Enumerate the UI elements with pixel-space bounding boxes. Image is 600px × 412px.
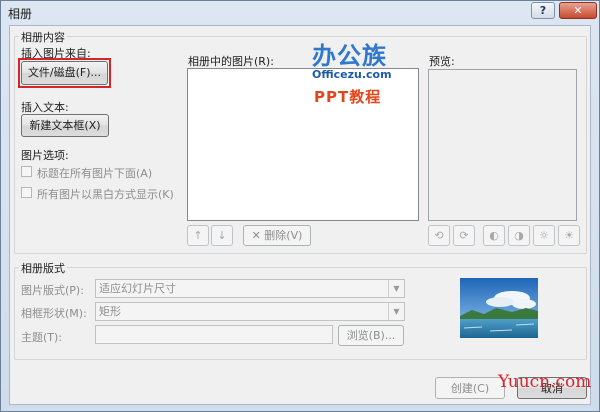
brightness-up-icon: ☼ <box>539 229 549 242</box>
frame-shape-label: 相框形状(M): <box>21 307 87 320</box>
captions-below-checkbox[interactable] <box>21 166 32 177</box>
watermark-ppt-text: PPT教程 <box>314 88 382 106</box>
picture-layout-value: 适应幻灯片尺寸 <box>99 282 176 295</box>
brightness-down-button[interactable]: ☀ <box>558 225 580 246</box>
watermark-url-text: Officezu.com <box>312 68 392 81</box>
pictures-in-album-label: 相册中的图片(R): <box>188 55 274 68</box>
black-white-label: 所有图片以黑白方式显示(K) <box>37 188 174 201</box>
move-down-button[interactable]: ↓ <box>211 225 233 246</box>
insert-text-label: 插入文本: <box>21 101 69 114</box>
theme-label: 主题(T): <box>21 331 63 344</box>
officezu-watermark-logo: 办公族 Officezu.com PPT教程 <box>298 36 418 118</box>
chevron-down-icon: ▼ <box>388 303 404 320</box>
contrast-down-icon: ◑ <box>514 229 524 242</box>
rotate-left-icon: ⟲ <box>434 229 444 242</box>
new-textbox-button[interactable]: 新建文本框(X) <box>21 114 109 137</box>
help-button[interactable]: ? <box>531 2 555 19</box>
yuucn-watermark: Yuucn.com <box>498 372 592 392</box>
browse-button[interactable]: 浏览(B)... <box>338 325 404 346</box>
picture-layout-label: 图片版式(P): <box>21 284 84 297</box>
create-button[interactable]: 创建(C) <box>435 377 505 399</box>
move-up-button[interactable]: ↑ <box>187 225 209 246</box>
preview-pane <box>428 69 577 221</box>
frame-shape-combo[interactable]: 矩形 ▼ <box>95 302 405 321</box>
arrow-down-icon: ↓ <box>217 229 227 242</box>
picture-layout-combo[interactable]: 适应幻灯片尺寸 ▼ <box>95 279 405 298</box>
brightness-down-icon: ☀ <box>564 229 574 242</box>
remove-button[interactable]: ✕ 删除(V) <box>243 225 311 246</box>
black-white-checkbox[interactable] <box>21 187 32 198</box>
contrast-down-button[interactable]: ◑ <box>508 225 530 246</box>
dialog-client-area: 相册内容 插入图片来自: 文件/磁盘(F)... 插入文本: 新建文本框(X) … <box>9 25 591 405</box>
picture-options-label: 图片选项: <box>21 149 69 162</box>
remove-x-icon: ✕ <box>251 229 265 242</box>
album-dialog: 相册 ? ✕ 相册内容 插入图片来自: 文件/磁盘(F)... 插入文本: 新建… <box>0 0 600 412</box>
layout-thumbnail-image <box>460 278 538 338</box>
rotate-right-icon: ⟳ <box>459 229 469 242</box>
album-layout-group-label: 相册版式 <box>19 260 67 276</box>
title-bar: 相册 ? ✕ <box>1 1 599 23</box>
rotate-right-button[interactable]: ⟳ <box>453 225 475 246</box>
watermark-main-text: 办公族 <box>312 42 387 70</box>
remove-button-label: 删除(V) <box>264 229 303 242</box>
close-button[interactable]: ✕ <box>559 2 597 19</box>
rotate-left-button[interactable]: ⟲ <box>428 225 450 246</box>
arrow-up-icon: ↑ <box>193 229 203 242</box>
file-disk-button[interactable]: 文件/磁盘(F)... <box>21 61 108 85</box>
preview-label: 预览: <box>429 55 455 68</box>
contrast-up-icon: ◐ <box>489 229 499 242</box>
chevron-down-icon: ▼ <box>388 280 404 297</box>
contrast-up-button[interactable]: ◐ <box>483 225 505 246</box>
brightness-up-button[interactable]: ☼ <box>533 225 555 246</box>
captions-below-label: 标题在所有图片下面(A) <box>37 167 153 180</box>
album-content-group-label: 相册内容 <box>19 29 67 45</box>
theme-field[interactable] <box>95 325 333 344</box>
frame-shape-value: 矩形 <box>99 305 121 318</box>
dialog-title: 相册 <box>8 7 33 21</box>
